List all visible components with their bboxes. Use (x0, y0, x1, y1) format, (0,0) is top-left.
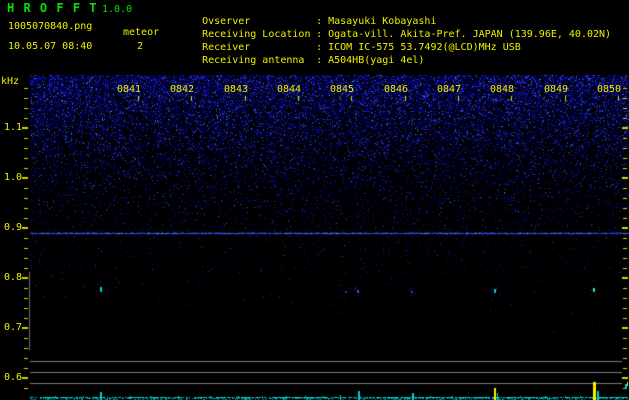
datetime-label: 10.05.07 08:40 (8, 41, 93, 52)
info-colon: : (316, 55, 323, 66)
time-axis-label: 0850 (596, 84, 622, 95)
freq-axis-label: 0.6 (3, 372, 22, 383)
app-version: 1.0.0 (102, 4, 133, 15)
time-axis-label: 0843 (223, 84, 249, 95)
time-axis-label: 0846 (383, 84, 409, 95)
output-filename: 1005070840.png (8, 21, 93, 32)
info-row-antenna: Receiving antenna: A504HB(yagi 4el) (178, 44, 424, 77)
echo-count: 2 (137, 41, 144, 52)
time-axis-label: 0849 (543, 84, 569, 95)
freq-axis-label: 0.9 (3, 222, 22, 233)
mode-label: meteor (123, 27, 160, 38)
freq-axis-label: 0.7 (3, 322, 22, 333)
info-label: Receiving antenna (202, 55, 305, 66)
time-axis-label: 0842 (169, 84, 195, 95)
app-title: H R O F F T (7, 1, 98, 15)
freq-unit-label: kHz (1, 76, 20, 87)
time-axis-label: 0841 (116, 84, 142, 95)
info-value: A504HB(yagi 4el) (328, 55, 425, 66)
time-axis-label: 0845 (329, 84, 355, 95)
freq-axis-label: 0.8 (3, 272, 22, 283)
hrofft-window: H R O F F T 1.0.0 1005070840.png meteor … (0, 0, 629, 400)
freq-axis-label: 1.1 (3, 122, 22, 133)
time-axis-label: 0848 (489, 84, 515, 95)
time-axis-label: 0847 (436, 84, 462, 95)
freq-axis-label: 1.0 (3, 172, 22, 183)
time-axis-label: 0844 (276, 84, 302, 95)
